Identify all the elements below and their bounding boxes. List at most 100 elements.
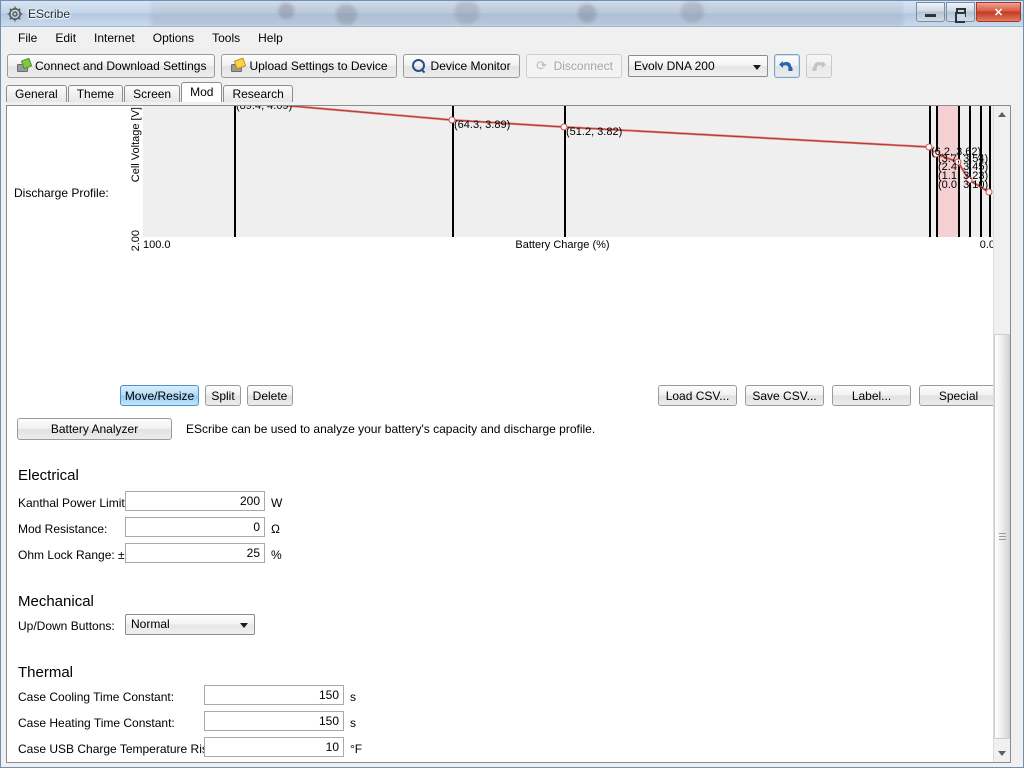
application-window: EScribe ✕ File Edit Internet Options Too… bbox=[0, 0, 1024, 768]
device-select[interactable]: Evolv DNA 200 bbox=[627, 54, 768, 77]
up-down-buttons-label: Up/Down Buttons: bbox=[18, 619, 115, 633]
gear-icon bbox=[7, 6, 23, 21]
device-monitor-label: Device Monitor bbox=[430, 58, 511, 73]
case-heating-time-constant-input[interactable]: 150 bbox=[204, 711, 344, 731]
chevron-down-icon bbox=[752, 64, 761, 70]
up-down-buttons-select[interactable]: Normal bbox=[125, 614, 255, 635]
kanthal-power-limit-input[interactable]: 200 bbox=[125, 491, 265, 511]
tab-screen[interactable]: Screen bbox=[124, 85, 181, 102]
settings-scroll-area: Discharge Profile: Cell Voltage [V] 2.00 bbox=[7, 106, 995, 762]
save-csv-button[interactable]: Save CSV... bbox=[745, 385, 824, 406]
mechanical-section-title: Mechanical bbox=[18, 593, 94, 610]
plug-connect-icon bbox=[16, 59, 30, 73]
chart-point-label: (0.0, 3.10) bbox=[938, 179, 989, 191]
close-icon: ✕ bbox=[993, 6, 1004, 19]
label-button[interactable]: Label... bbox=[832, 385, 911, 406]
battery-analyzer-row: Battery Analyzer EScribe can be used to … bbox=[7, 418, 595, 440]
minimize-button[interactable] bbox=[916, 2, 945, 22]
maximize-button[interactable] bbox=[946, 2, 975, 23]
connect-button-label: Connect and Download Settings bbox=[35, 58, 207, 73]
plug-upload-icon bbox=[230, 59, 244, 73]
disconnect-button: ⟳ Disconnect bbox=[525, 53, 622, 78]
mod-resistance-unit: Ω bbox=[271, 522, 280, 536]
close-button[interactable]: ✕ bbox=[976, 2, 1021, 22]
menu-help[interactable]: Help bbox=[249, 28, 292, 48]
window-title: EScribe bbox=[28, 6, 71, 21]
special-button[interactable]: Special bbox=[919, 385, 995, 406]
upload-settings-to-device-button[interactable]: Upload Settings to Device bbox=[221, 53, 397, 78]
title-bar: EScribe ✕ bbox=[1, 1, 1023, 27]
upload-button-label: Upload Settings to Device bbox=[249, 58, 388, 73]
connect-and-download-settings-button[interactable]: Connect and Download Settings bbox=[7, 53, 216, 78]
up-down-buttons-value: Normal bbox=[131, 617, 170, 631]
discharge-profile-label: Discharge Profile: bbox=[14, 186, 109, 200]
ohm-lock-range-input[interactable]: 25 bbox=[125, 543, 265, 563]
chevron-down-icon bbox=[240, 623, 248, 628]
disconnect-label: Disconnect bbox=[553, 58, 613, 73]
minimize-icon bbox=[925, 13, 936, 17]
chart-edit-buttons: Move/Resize Split Delete bbox=[120, 385, 293, 406]
menu-tools[interactable]: Tools bbox=[203, 28, 249, 48]
menu-bar: File Edit Internet Options Tools Help bbox=[1, 27, 1023, 49]
toolbar: Connect and Download Settings Upload Set… bbox=[1, 49, 1023, 82]
chart-x-axis-title: Battery Charge (%) bbox=[515, 239, 610, 251]
load-csv-button[interactable]: Load CSV... bbox=[658, 385, 737, 406]
case-usb-charge-temperature-rise-input[interactable]: 10 bbox=[204, 737, 344, 757]
tab-mod[interactable]: Mod bbox=[181, 82, 223, 102]
case-usb-charge-temperature-rise-unit: °F bbox=[350, 742, 363, 756]
scrollbar-thumb[interactable] bbox=[994, 334, 1010, 739]
mod-tab-panel: Discharge Profile: Cell Voltage [V] 2.00 bbox=[6, 105, 1011, 763]
case-cooling-time-constant-unit: s bbox=[350, 690, 356, 704]
split-button[interactable]: Split bbox=[205, 385, 241, 406]
thermal-section-title: Thermal bbox=[18, 664, 74, 681]
undo-icon bbox=[779, 60, 793, 71]
device-monitor-button[interactable]: Device Monitor bbox=[402, 53, 520, 78]
case-cooling-time-constant-label: Case Cooling Time Constant: bbox=[18, 690, 175, 704]
discharge-profile-chart[interactable]: Cell Voltage [V] 2.00 (89.4, 4.09) (64.3… bbox=[130, 106, 995, 253]
chart-point-label: (64.3, 3.89) bbox=[454, 119, 511, 131]
mod-resistance-input[interactable]: 0 bbox=[125, 517, 265, 537]
case-heating-time-constant-unit: s bbox=[350, 716, 356, 730]
kanthal-power-limit-label: Kanthal Power Limit: bbox=[18, 496, 129, 510]
ohm-lock-range-label: Ohm Lock Range: ± bbox=[18, 548, 125, 562]
chevron-down-icon bbox=[998, 751, 1006, 756]
case-cooling-time-constant-input[interactable]: 150 bbox=[204, 685, 344, 705]
battery-analyzer-hint: EScribe can be used to analyze your batt… bbox=[186, 422, 596, 436]
tab-theme[interactable]: Theme bbox=[67, 85, 124, 102]
chart-y-axis-title: Cell Voltage [V] bbox=[130, 107, 142, 183]
redo-icon bbox=[812, 60, 827, 71]
discharge-profile-row: Discharge Profile: Cell Voltage [V] 2.00 bbox=[7, 106, 995, 266]
ohm-lock-range-unit: % bbox=[271, 548, 282, 562]
battery-analyzer-button[interactable]: Battery Analyzer bbox=[17, 418, 172, 440]
menu-options[interactable]: Options bbox=[144, 28, 203, 48]
menu-edit[interactable]: Edit bbox=[46, 28, 85, 48]
restore-icon bbox=[954, 7, 966, 23]
menu-internet[interactable]: Internet bbox=[85, 28, 144, 48]
window-controls: ✕ bbox=[915, 2, 1021, 23]
move-resize-button[interactable]: Move/Resize bbox=[120, 385, 199, 406]
electrical-section-title: Electrical bbox=[18, 467, 79, 484]
delete-button[interactable]: Delete bbox=[247, 385, 293, 406]
mod-resistance-label: Mod Resistance: bbox=[18, 522, 108, 536]
redo-button bbox=[805, 53, 832, 78]
chart-point-label: (89.4, 4.09) bbox=[236, 106, 293, 112]
kanthal-power-limit-unit: W bbox=[271, 496, 283, 510]
menu-file[interactable]: File bbox=[9, 28, 46, 48]
refresh-icon: ⟳ bbox=[536, 57, 548, 73]
chart-point-label: (51.2, 3.82) bbox=[566, 126, 623, 138]
case-usb-charge-temperature-rise-label: Case USB Charge Temperature Rise: bbox=[18, 742, 218, 756]
chart-plot-area[interactable]: (100.0, 4.20) (89.4, 4.09) (64.3, 3.89) … bbox=[143, 106, 995, 237]
device-select-value: Evolv DNA 200 bbox=[633, 58, 715, 73]
chevron-up-icon bbox=[998, 112, 1006, 117]
case-heating-time-constant-label: Case Heating Time Constant: bbox=[18, 716, 175, 730]
tab-general[interactable]: General bbox=[6, 85, 67, 102]
scroll-down-button[interactable] bbox=[994, 745, 1010, 762]
tab-research[interactable]: Research bbox=[223, 85, 293, 102]
scroll-up-button[interactable] bbox=[994, 106, 1010, 123]
chart-file-buttons: Load CSV... Save CSV... Label... Special bbox=[658, 385, 995, 406]
scrollbar-grip-icon bbox=[999, 532, 1006, 541]
tab-strip: General Theme Screen Mod Research bbox=[1, 82, 1023, 102]
vertical-scrollbar[interactable] bbox=[993, 106, 1010, 762]
undo-button[interactable] bbox=[773, 53, 800, 78]
search-icon bbox=[411, 58, 426, 73]
